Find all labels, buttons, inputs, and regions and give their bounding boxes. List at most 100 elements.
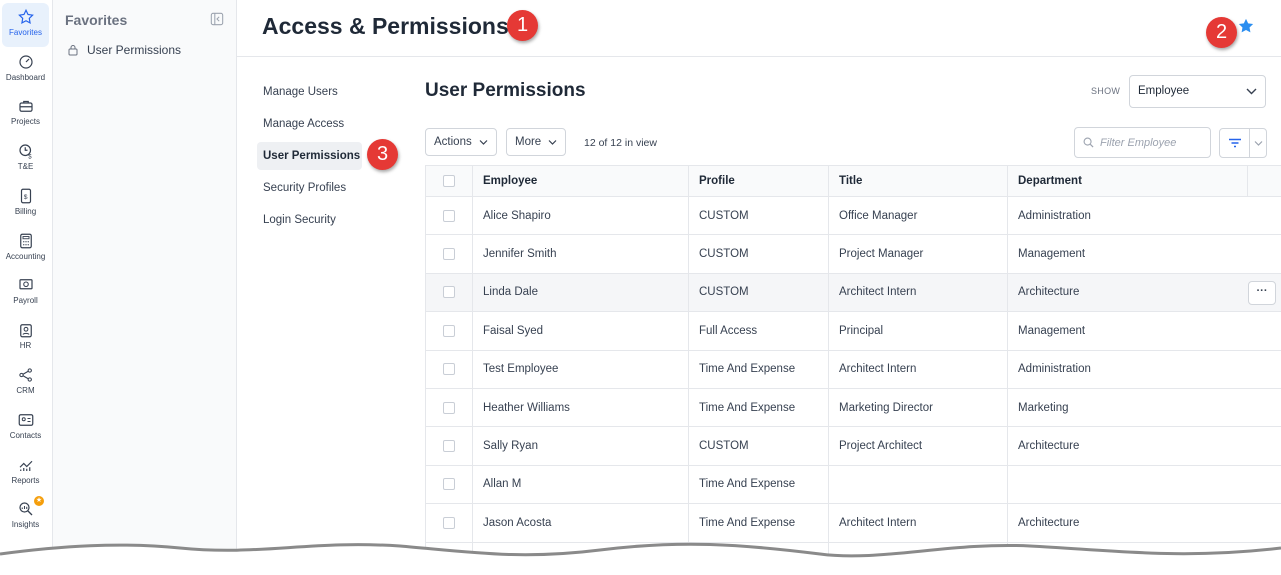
cell-department: Administration — [1007, 197, 1247, 235]
table-row[interactable]: Test Employee Time And Expense Architect I… — [425, 350, 1281, 389]
row-checkbox[interactable] — [443, 478, 455, 491]
column-header-department[interactable]: Department — [1007, 166, 1247, 196]
rail-item-payroll[interactable]: Payroll — [2, 271, 49, 315]
row-checkbox[interactable] — [443, 324, 455, 337]
filter-employee-input[interactable]: Filter Employee — [1074, 127, 1211, 158]
cell-title: Architect Intern — [828, 273, 1007, 312]
filter-button[interactable] — [1219, 128, 1250, 158]
favorite-star-icon[interactable] — [1237, 17, 1255, 35]
rail-item-reports[interactable]: Reports — [2, 451, 49, 495]
select-all-checkbox[interactable] — [443, 175, 455, 187]
subnav-user-permissions[interactable]: User Permissions — [257, 142, 362, 170]
rail-item-contacts[interactable]: Contacts — [2, 406, 49, 450]
chart-icon — [19, 460, 32, 471]
calculator-icon — [19, 233, 32, 249]
cell-employee[interactable]: Alice Shapiro — [472, 197, 688, 235]
row-more-menu-button[interactable]: ··· — [1248, 280, 1276, 305]
show-label: SHOW — [1091, 86, 1121, 96]
table-header-row: Employee Profile Title Department — [425, 166, 1281, 197]
rail-label: CRM — [16, 386, 35, 395]
favorite-item-label: User Permissions — [87, 43, 182, 57]
row-checkbox[interactable] — [443, 363, 455, 376]
rail-label: Billing — [14, 207, 37, 216]
table-row[interactable]: Jennifer Smith CUSTOM Project Manager Manag… — [425, 235, 1281, 274]
cell-department: Management — [1007, 235, 1247, 273]
insights-icon — [18, 502, 32, 516]
row-checkbox[interactable] — [443, 209, 455, 222]
rail-label: Reports — [11, 476, 40, 485]
collapse-panel-icon[interactable] — [210, 12, 224, 26]
cell-department: Architecture — [1007, 427, 1247, 465]
favorite-item-user-permissions[interactable]: User Permissions — [67, 43, 181, 57]
rail-label: HR — [19, 341, 32, 350]
subnav-manage-access[interactable]: Manage Access — [257, 110, 397, 138]
column-header-employee[interactable]: Employee — [472, 166, 688, 196]
row-checkbox[interactable] — [443, 440, 455, 453]
cell-title: Principal — [828, 312, 1007, 350]
actions-button[interactable]: Actions — [425, 128, 497, 156]
subnav-manage-users[interactable]: Manage Users — [257, 78, 397, 106]
show-select-value: Employee — [1138, 85, 1190, 97]
row-checkbox[interactable] — [443, 286, 455, 299]
cell-title — [828, 465, 1007, 504]
rail-item-projects[interactable]: Projects — [2, 92, 49, 136]
column-header-profile[interactable]: Profile — [688, 166, 828, 196]
table-row[interactable]: Faisal Syed Full Access Principal Managemen… — [425, 312, 1281, 351]
icon-rail: Favorites Dashboard Projects $ T&E $ Bil… — [0, 0, 53, 575]
cell-department: Marketing — [1007, 388, 1247, 427]
row-checkbox[interactable] — [443, 248, 455, 261]
row-checkbox[interactable] — [443, 516, 455, 529]
annotation-marker-3: 3 — [367, 139, 398, 170]
rail-label: Insights — [11, 520, 40, 529]
cell-employee[interactable]: Allan M — [472, 465, 688, 504]
permissions-table: Employee Profile Title Department Alice … — [425, 165, 1281, 575]
table-row[interactable]: Linda Dale CUSTOM Architect Intern Architec… — [425, 273, 1281, 313]
star-icon — [17, 8, 34, 25]
cell-employee[interactable]: Sally Ryan — [472, 427, 688, 465]
rail-item-hr[interactable]: HR — [2, 316, 49, 360]
row-select-cell — [425, 235, 472, 273]
rail-item-insights[interactable]: ★ Insights — [2, 495, 49, 539]
rail-item-dashboard[interactable]: Dashboard — [2, 48, 49, 92]
more-button[interactable]: More — [506, 128, 567, 156]
row-select-cell — [425, 312, 472, 350]
cell-profile: CUSTOM — [688, 427, 828, 465]
table-row[interactable]: Heather Williams Time And Expense Marketin… — [425, 388, 1281, 428]
annotation-marker-1: 1 — [507, 10, 538, 41]
table-row[interactable]: Allan M Time And Expense — [425, 465, 1281, 505]
table-row[interactable]: Alice Shapiro CUSTOM Office Manager Adminis… — [425, 197, 1281, 236]
rail-item-favorites[interactable]: Favorites — [2, 3, 49, 47]
column-header-title[interactable]: Title — [828, 166, 1007, 196]
filter-options-button[interactable] — [1249, 128, 1267, 158]
rail-item-accounting[interactable]: Accounting — [2, 227, 49, 271]
cell-title: Project Architect — [828, 427, 1007, 465]
cell-employee[interactable]: Jennifer Smith — [472, 235, 688, 273]
cell-employee[interactable]: Linda Dale — [472, 273, 688, 312]
cell-profile: CUSTOM — [688, 273, 828, 312]
dashboard-icon — [18, 55, 33, 69]
cell-employee[interactable]: Faisal Syed — [472, 312, 688, 350]
table-row[interactable]: Sally Ryan CUSTOM Project Architect Archite… — [425, 427, 1281, 466]
cell-employee[interactable]: Heather Williams — [472, 388, 688, 427]
cell-department: Architecture — [1007, 273, 1247, 312]
svg-text:$: $ — [28, 155, 32, 161]
cell-profile: Time And Expense — [688, 465, 828, 504]
rail-item-te[interactable]: $ T&E — [2, 137, 49, 181]
page-title: Access & Permissions — [262, 13, 509, 39]
rail-item-crm[interactable]: CRM — [2, 361, 49, 405]
row-select-cell — [425, 465, 472, 504]
favorites-panel: Favorites User Permissions — [53, 0, 237, 575]
cell-department: Management — [1007, 312, 1247, 350]
row-select-cell — [425, 197, 472, 235]
show-select[interactable]: Employee — [1129, 75, 1266, 108]
cell-employee[interactable]: Test Employee — [472, 350, 688, 388]
rail-item-billing[interactable]: $ Billing — [2, 182, 49, 226]
row-checkbox[interactable] — [443, 401, 455, 414]
subnav-security-profiles[interactable]: Security Profiles — [257, 174, 397, 202]
rail-label: Projects — [11, 117, 40, 126]
network-icon — [18, 368, 32, 382]
rail-label: Payroll — [13, 296, 38, 305]
rail-label: T&E — [17, 162, 34, 171]
subnav-login-security[interactable]: Login Security — [257, 206, 397, 234]
page-header: Access & Permissions — [237, 0, 1281, 57]
